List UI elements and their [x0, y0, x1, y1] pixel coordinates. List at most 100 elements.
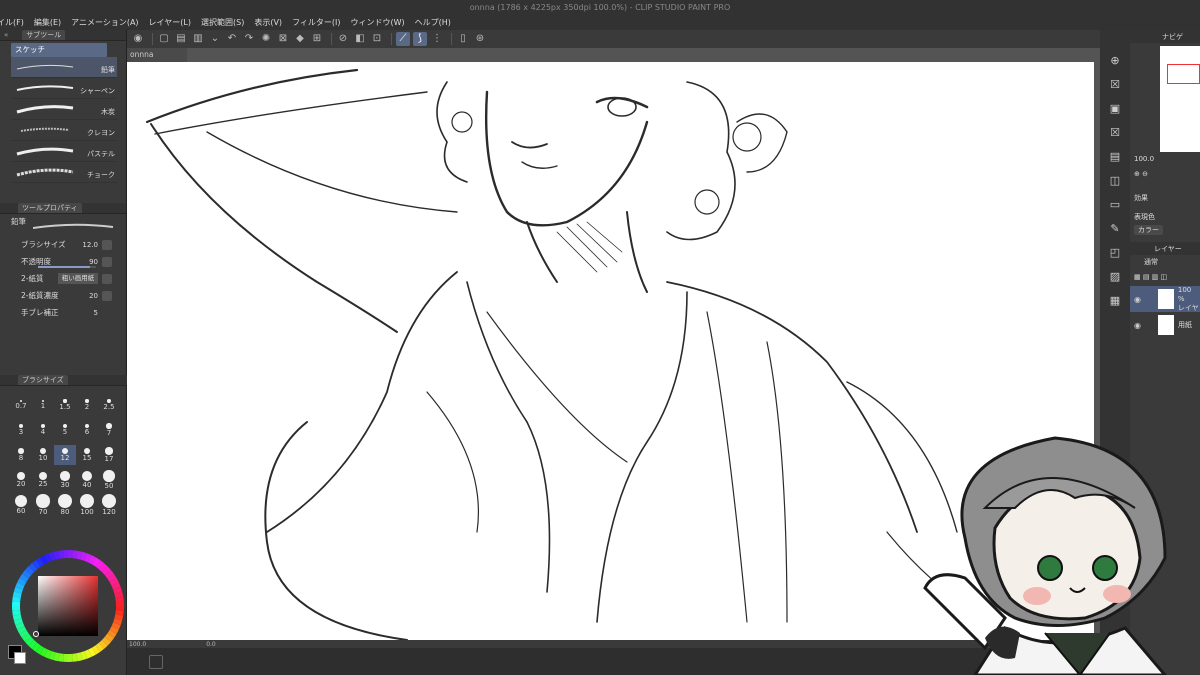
brush-size-option[interactable]: 3	[10, 420, 32, 440]
navigator-tab[interactable]: ナビゲ	[1162, 32, 1183, 42]
chevron-down-icon[interactable]: ⌄	[208, 32, 222, 46]
brush-size-option[interactable]: 80	[54, 494, 76, 516]
brush-size-option[interactable]: 4	[32, 420, 54, 440]
new-file-icon[interactable]: ▢	[157, 32, 171, 46]
close-icon[interactable]: ☒	[1106, 76, 1124, 94]
brush-size-option[interactable]: 1	[32, 395, 54, 415]
export-icon[interactable]: ▦	[1106, 292, 1124, 310]
brush-size-option[interactable]: 70	[32, 494, 54, 516]
color-picker-handle[interactable]	[33, 631, 39, 637]
edit-icon[interactable]: ✎	[1106, 220, 1124, 238]
companion-icon[interactable]: ⊛	[473, 32, 487, 46]
zoom-out-icon[interactable]: ⊖	[1142, 170, 1148, 178]
hue-segment[interactable]	[12, 606, 21, 611]
hue-segment[interactable]	[68, 653, 73, 662]
brush-size-option[interactable]: 6	[76, 420, 98, 440]
snap-ruler-icon[interactable]: ⟋	[396, 32, 410, 46]
layer-item[interactable]: ◉ 用紙	[1130, 312, 1200, 338]
paper-density-value[interactable]: 20	[89, 292, 98, 300]
opacity-slider[interactable]	[38, 266, 96, 268]
brush-size-option[interactable]: 100	[76, 494, 98, 516]
eye-icon[interactable]: ◉	[1134, 295, 1141, 304]
brush-size-option[interactable]: 17	[98, 445, 120, 465]
menu-edit[interactable]: 編集(E)	[29, 16, 66, 30]
brush-item-crayon[interactable]: クレヨン	[11, 120, 117, 141]
brush-size-value[interactable]: 12.0	[82, 241, 98, 249]
opacity-value[interactable]: 90	[89, 258, 98, 266]
brush-size-option[interactable]: 2.5	[98, 395, 120, 415]
snap-special-ruler-icon[interactable]: ⟆	[413, 32, 427, 46]
brush-size-option[interactable]: 2	[76, 395, 98, 415]
material-icon[interactable]: ▣	[1106, 100, 1124, 118]
brush-size-option[interactable]: 7	[98, 420, 120, 440]
hue-segment[interactable]	[63, 653, 68, 662]
chevron-icon[interactable]: «	[4, 31, 8, 39]
opacity-stepper[interactable]	[102, 256, 112, 267]
subtool-group-sketch[interactable]: スケッチ	[11, 43, 107, 57]
brush-size-option[interactable]: 1.5	[54, 395, 76, 415]
menu-filter[interactable]: フィルター(I)	[287, 16, 345, 30]
menu-help[interactable]: ヘルプ(H)	[410, 16, 456, 30]
eye-icon[interactable]: ◉	[1134, 321, 1141, 330]
layer-tab[interactable]: レイヤー	[1154, 244, 1182, 254]
navigator-zoom[interactable]: 100.0	[1134, 155, 1154, 163]
close-icon[interactable]: ☒	[1106, 124, 1124, 142]
loading-icon[interactable]: ✺	[259, 32, 273, 46]
brush-size-option[interactable]: 25	[32, 470, 54, 490]
trash-icon[interactable]	[102, 273, 112, 284]
expression-color-select[interactable]: カラー	[1134, 224, 1163, 235]
brush-item-pastel[interactable]: パステル	[11, 141, 117, 162]
zoom-value[interactable]: 100.0	[129, 641, 146, 648]
invert-selection-icon[interactable]: ◧	[353, 32, 367, 46]
clear-icon[interactable]: ⊠	[276, 32, 290, 46]
color-wheel[interactable]	[10, 548, 126, 664]
layer-item[interactable]: ◉ 100 % レイヤ	[1130, 286, 1200, 312]
brush-size-option[interactable]: 8	[10, 445, 32, 465]
layer-property-icon[interactable]: ◫	[1106, 172, 1124, 190]
app-icon[interactable]: ◉	[131, 32, 145, 46]
timeline-icon[interactable]	[149, 655, 163, 669]
brush-item-pencil[interactable]: 鉛筆	[11, 57, 117, 78]
undo-icon[interactable]: ↶	[225, 32, 239, 46]
menu-view[interactable]: 表示(V)	[249, 16, 287, 30]
menu-window[interactable]: ウィンドウ(W)	[346, 16, 410, 30]
lock-icon[interactable]: ▦ ▤ ▥ ◫	[1134, 273, 1167, 281]
paper-density-stepper[interactable]	[102, 290, 112, 301]
search-icon[interactable]: ⊕	[1106, 52, 1124, 70]
brush-item-charcoal[interactable]: 木炭	[11, 99, 117, 120]
brush-size-option[interactable]: 30	[54, 470, 76, 490]
brush-size-option[interactable]: 5	[54, 420, 76, 440]
brush-item-mechanical-pencil[interactable]: シャーペン	[11, 78, 117, 99]
sub-color-swatch[interactable]	[14, 652, 26, 664]
image-icon[interactable]: ▨	[1106, 268, 1124, 286]
subtool-tab[interactable]: サブツール	[22, 30, 66, 40]
save-icon[interactable]: ▥	[191, 32, 205, 46]
paper-texture-select[interactable]: 粗い画用紙	[58, 273, 98, 284]
brush-size-option[interactable]: 60	[10, 494, 32, 515]
navigator-preview[interactable]	[1160, 46, 1200, 152]
brush-size-option[interactable]: 10	[32, 445, 54, 465]
menu-layer[interactable]: レイヤー(L)	[144, 16, 196, 30]
history-icon[interactable]: ▤	[1106, 148, 1124, 166]
brush-size-option[interactable]: 15	[76, 445, 98, 465]
document-tab[interactable]: onnna	[127, 48, 187, 62]
blend-mode-select[interactable]: 通常	[1144, 257, 1158, 267]
folder-icon[interactable]: ▭	[1106, 196, 1124, 214]
menu-animation[interactable]: アニメーション(A)	[66, 16, 143, 30]
hue-segment[interactable]	[115, 601, 124, 606]
hue-segment[interactable]	[115, 606, 124, 611]
zoom-in-icon[interactable]: ⊕	[1134, 170, 1140, 178]
crop-icon[interactable]: ⊡	[370, 32, 384, 46]
brush-item-chalk[interactable]: チョーク	[11, 162, 117, 183]
menu-file[interactable]: イル(F)	[0, 16, 29, 30]
brush-size-tab[interactable]: ブラシサイズ	[18, 375, 68, 385]
brush-size-option[interactable]: 12	[54, 445, 76, 465]
brush-size-option[interactable]: 40	[76, 470, 98, 490]
redo-icon[interactable]: ↷	[242, 32, 256, 46]
tool-property-tab[interactable]: ツールプロパティ	[18, 203, 82, 213]
open-file-icon[interactable]: ▤	[174, 32, 188, 46]
transform-icon[interactable]: ⊞	[310, 32, 324, 46]
deselect-icon[interactable]: ⊘	[336, 32, 350, 46]
fill-icon[interactable]: ◆	[293, 32, 307, 46]
brush-size-option[interactable]: 20	[10, 470, 32, 490]
